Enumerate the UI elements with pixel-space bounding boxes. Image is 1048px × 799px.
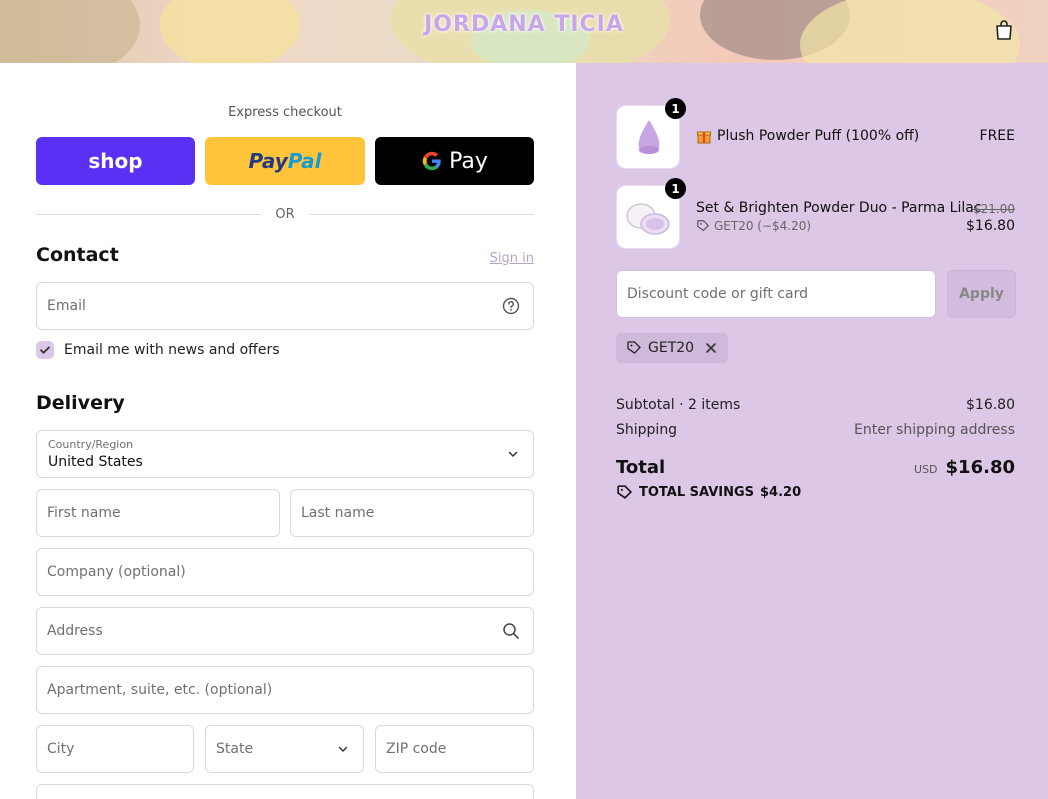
google-g-icon — [422, 151, 441, 171]
apartment-placeholder: Apartment, suite, etc. (optional) — [47, 682, 273, 698]
product-thumbnail: 1 — [616, 178, 686, 249]
country-label: Country/Region — [48, 438, 134, 451]
chevron-down-icon — [508, 451, 518, 458]
express-checkout-title: Express checkout — [228, 105, 342, 120]
currency-code: USD — [914, 463, 938, 476]
chevron-down-icon — [338, 746, 348, 753]
item-discount-label: GET20 (−$4.20) — [714, 219, 812, 233]
state-select[interactable]: State — [205, 725, 364, 773]
item-discount: GET20 (−$4.20) — [696, 219, 811, 233]
line-item: Plush Powder Puff (100% off) — [696, 128, 919, 144]
divider-line — [36, 213, 262, 215]
newsletter-label: Email me with news and offers — [64, 342, 280, 358]
applied-discount-chip: GET20 — [616, 333, 729, 363]
newsletter-checkbox[interactable] — [36, 341, 54, 359]
item-price: $16.80 — [966, 218, 1015, 234]
header-banner: JORDANA TICIA — [0, 0, 1048, 63]
discount-code-input[interactable]: Discount code or gift card — [616, 270, 936, 318]
zip-field[interactable]: ZIP code — [375, 725, 534, 773]
applied-code-label: GET20 — [648, 340, 695, 356]
apply-discount-button[interactable]: Apply — [947, 270, 1016, 318]
country-value: United States — [48, 454, 143, 470]
address-placeholder: Address — [47, 623, 103, 639]
company-field[interactable]: Company (optional) — [36, 548, 534, 596]
newsletter-option[interactable]: Email me with news and offers — [36, 340, 280, 360]
total-label: Total — [616, 457, 666, 478]
shipping-value: Enter shipping address — [854, 422, 1015, 438]
phone-field[interactable] — [36, 784, 534, 799]
order-summary-panel: 1 Plush Powder Puff (100% off) FREE 1 Se… — [576, 63, 1048, 799]
delivery-title: Delivery — [36, 392, 125, 414]
last-name-field[interactable]: Last name — [290, 489, 534, 537]
last-name-placeholder: Last name — [301, 505, 375, 521]
total-amount-group: USD $16.80 — [914, 457, 1015, 478]
item-name-label: Plush Powder Puff (100% off) — [717, 128, 920, 144]
total-amount: $16.80 — [945, 457, 1015, 478]
shopping-bag-icon[interactable] — [992, 18, 1016, 42]
help-circle-icon[interactable] — [501, 296, 521, 316]
savings-value: $4.20 — [760, 485, 802, 500]
savings-label: TOTAL SAVINGS — [639, 485, 755, 500]
paypal-logo: PayPal — [248, 149, 321, 173]
tag-icon — [617, 485, 633, 499]
item-name-label: Set & Brighten Powder Duo - Parma Lilac — [696, 200, 982, 216]
or-label: OR — [275, 206, 295, 222]
zip-placeholder: ZIP code — [386, 741, 447, 757]
paypal-button[interactable]: PayPal — [205, 137, 365, 185]
checkout-form-panel: Express checkout shop PayPal Pay OR Cont… — [0, 63, 576, 799]
item-original-price: $21.00 — [973, 202, 1015, 216]
shop-pay-button[interactable]: shop — [36, 137, 195, 185]
or-divider: OR — [36, 205, 535, 223]
country-select[interactable]: Country/Region United States — [36, 430, 534, 478]
subtotal-value: $16.80 — [966, 397, 1015, 413]
sign-in-link[interactable]: Sign in — [490, 251, 534, 266]
discount-placeholder: Discount code or gift card — [627, 286, 808, 302]
shipping-row: Shipping Enter shipping address — [616, 422, 1015, 438]
tag-icon — [697, 220, 710, 232]
quantity-badge: 1 — [665, 98, 686, 119]
email-field[interactable]: Email — [36, 282, 534, 330]
google-pay-label: Pay — [449, 148, 488, 174]
apartment-field[interactable]: Apartment, suite, etc. (optional) — [36, 666, 534, 714]
paypal-label-2: Pal — [287, 149, 322, 173]
brand-logo[interactable]: JORDANA TICIA — [0, 12, 1048, 37]
item-price: FREE — [979, 128, 1015, 144]
gift-icon — [697, 131, 711, 144]
paypal-label-1: Pay — [248, 149, 288, 173]
address-field[interactable]: Address — [36, 607, 534, 655]
subtotal-row: Subtotal · 2 items $16.80 — [616, 397, 1015, 413]
first-name-field[interactable]: First name — [36, 489, 280, 537]
close-icon[interactable] — [704, 341, 718, 355]
google-pay-button[interactable]: Pay — [375, 137, 534, 185]
quantity-badge: 1 — [665, 178, 686, 199]
divider-line — [308, 213, 535, 215]
contact-title: Contact — [36, 244, 119, 266]
search-icon[interactable] — [501, 621, 521, 641]
email-placeholder: Email — [47, 298, 86, 314]
city-field[interactable]: City — [36, 725, 194, 773]
tag-icon — [627, 341, 641, 354]
shipping-label: Shipping — [616, 422, 678, 438]
checkmark-icon — [40, 346, 50, 354]
first-name-placeholder: First name — [47, 505, 121, 521]
total-savings: TOTAL SAVINGS $4.20 — [616, 484, 801, 501]
shop-pay-label: shop — [88, 149, 143, 173]
city-placeholder: City — [47, 741, 75, 757]
subtotal-label: Subtotal · 2 items — [616, 397, 741, 413]
state-placeholder: State — [216, 741, 254, 757]
product-thumbnail: 1 — [616, 98, 686, 169]
company-placeholder: Company (optional) — [47, 564, 186, 580]
